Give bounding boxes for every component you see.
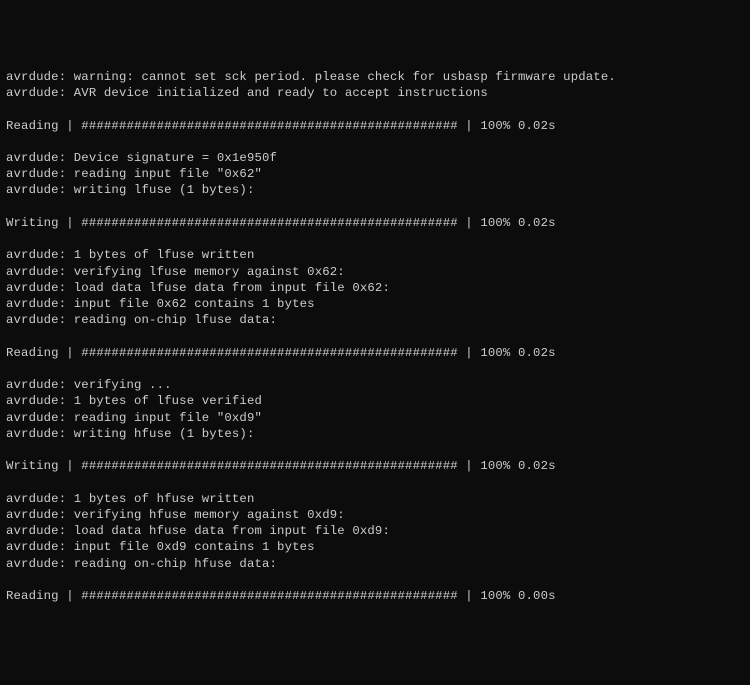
terminal-line <box>6 134 744 150</box>
terminal-line: avrdude: reading input file "0x62" <box>6 166 744 182</box>
terminal-line <box>6 231 744 247</box>
terminal-line: avrdude: verifying lfuse memory against … <box>6 264 744 280</box>
terminal-line <box>6 442 744 458</box>
terminal-line: avrdude: AVR device initialized and read… <box>6 85 744 101</box>
terminal-line: Reading | ##############################… <box>6 118 744 134</box>
terminal-line: Writing | ##############################… <box>6 458 744 474</box>
terminal-line <box>6 101 744 117</box>
terminal-line: avrdude: load data lfuse data from input… <box>6 280 744 296</box>
terminal-line <box>6 572 744 588</box>
terminal-line: avrdude: input file 0x62 contains 1 byte… <box>6 296 744 312</box>
terminal-line: avrdude: writing hfuse (1 bytes): <box>6 426 744 442</box>
terminal-line: avrdude: writing lfuse (1 bytes): <box>6 182 744 198</box>
terminal-line: avrdude: verifying ... <box>6 377 744 393</box>
terminal-output: avrdude: warning: cannot set sck period.… <box>6 69 744 604</box>
terminal-line <box>6 199 744 215</box>
terminal-line: Reading | ##############################… <box>6 588 744 604</box>
terminal-line: avrdude: load data hfuse data from input… <box>6 523 744 539</box>
terminal-line: avrdude: warning: cannot set sck period.… <box>6 69 744 85</box>
terminal-line: avrdude: verifying hfuse memory against … <box>6 507 744 523</box>
terminal-line: avrdude: 1 bytes of hfuse written <box>6 491 744 507</box>
terminal-line: avrdude: reading input file "0xd9" <box>6 410 744 426</box>
terminal-line <box>6 328 744 344</box>
terminal-line: avrdude: 1 bytes of lfuse verified <box>6 393 744 409</box>
terminal-line: avrdude: reading on-chip lfuse data: <box>6 312 744 328</box>
terminal-line: Writing | ##############################… <box>6 215 744 231</box>
terminal-line <box>6 361 744 377</box>
terminal-line: avrdude: 1 bytes of lfuse written <box>6 247 744 263</box>
terminal-line: avrdude: input file 0xd9 contains 1 byte… <box>6 539 744 555</box>
terminal-line <box>6 474 744 490</box>
terminal-line: avrdude: reading on-chip hfuse data: <box>6 556 744 572</box>
terminal-line: Reading | ##############################… <box>6 345 744 361</box>
terminal-line: avrdude: Device signature = 0x1e950f <box>6 150 744 166</box>
